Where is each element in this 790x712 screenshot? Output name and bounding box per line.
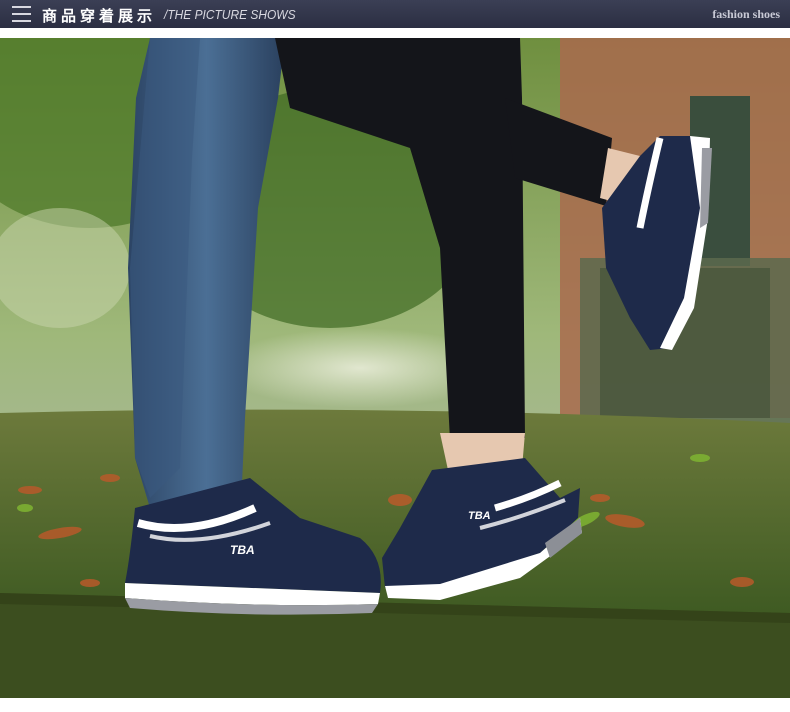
header-right-label: fashion shoes xyxy=(712,7,780,21)
left-shoe-logo: TBA xyxy=(230,543,255,557)
section-subtitle: /THE PICTURE SHOWS xyxy=(164,7,296,22)
section-title: 商品穿着展示 xyxy=(42,7,157,25)
center-shoe-logo: TBA xyxy=(468,510,491,522)
menu-icon[interactable] xyxy=(12,6,31,22)
header-bar: 商品穿着展示 /THE PICTURE SHOWS fashion shoes xyxy=(0,0,790,28)
couple-shoes-illustration: TBA TBA xyxy=(0,38,790,698)
product-photo: TBA TBA xyxy=(0,38,790,698)
